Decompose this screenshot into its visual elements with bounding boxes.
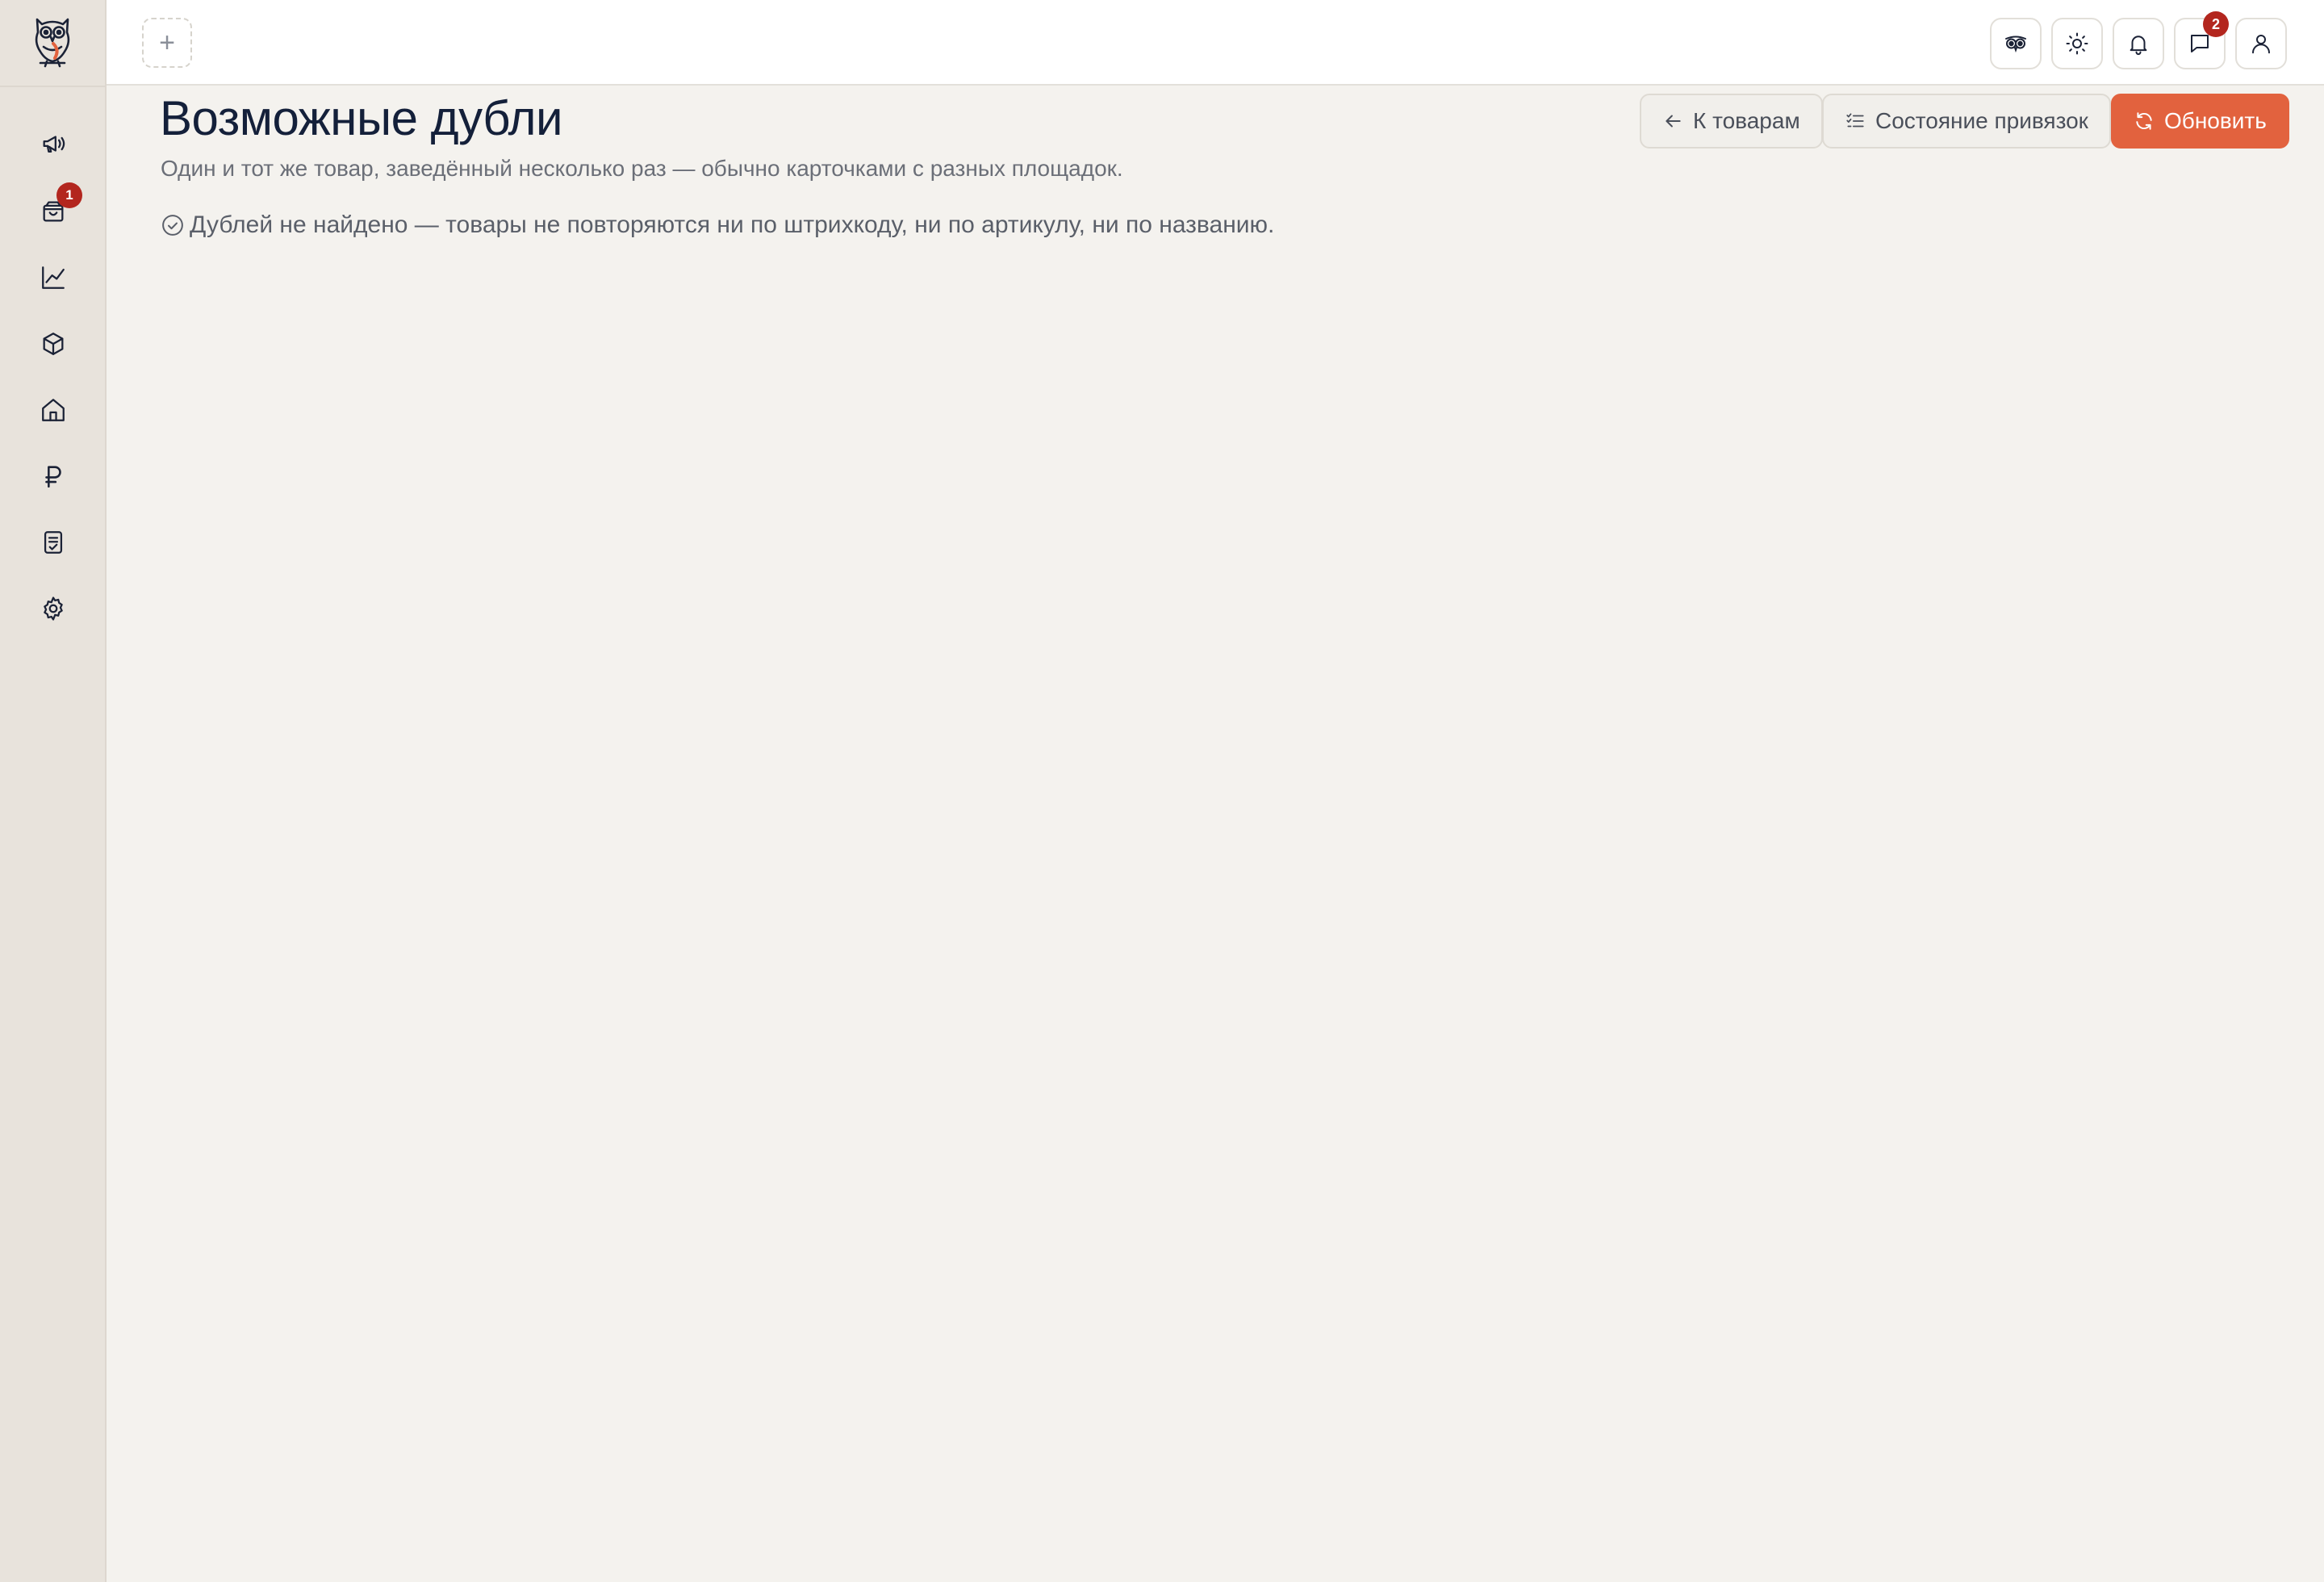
ruble-icon [45,466,61,488]
owl-glasses-icon [2005,36,2026,53]
owl-mode-button[interactable] [1990,18,2042,69]
sidebar-item-orders[interactable]: 1 [27,182,82,237]
refresh-button[interactable]: Обновить [2111,94,2289,149]
binding-status-button[interactable]: Состояние привязок [1822,94,2111,149]
sun-icon [2066,32,2088,55]
home-icon [42,399,65,421]
messages-badge: 2 [2203,11,2229,37]
topbar: + 2 [107,0,2324,86]
sidebar-item-settings[interactable] [27,583,79,634]
page-subtitle: Один и тот же товар, заведённый нескольк… [161,156,1123,181]
gear-icon [44,596,63,621]
line-chart-icon [42,266,65,289]
sidebar-item-finance[interactable] [27,450,79,502]
sidebar-item-promotions[interactable] [27,118,79,170]
theme-toggle-button[interactable] [2051,18,2103,69]
back-to-products-label: К товарам [1693,108,1800,133]
refresh-label: Обновить [2164,108,2267,133]
checklist-icon [1846,113,1864,128]
sidebar-item-reports[interactable] [27,517,79,568]
megaphone-icon [43,136,65,153]
owl-logo[interactable] [29,15,76,68]
sidebar-item-warehouse[interactable] [27,384,79,436]
sidebar-item-products[interactable] [27,318,79,370]
notifications-button[interactable] [2113,18,2164,69]
sidebar-item-analytics[interactable] [27,252,79,303]
page-title: Возможные дубли [160,91,562,145]
arrow-left-icon [1666,115,1681,128]
empty-state-message: Дублей не найдено — товары не повторяютс… [190,211,1275,238]
add-tab-button[interactable]: + [142,18,192,68]
check-circle-icon [162,215,183,236]
orders-badge: 1 [56,182,82,208]
checklist-document-icon [44,531,63,554]
back-to-products-button[interactable]: К товарам [1640,94,1823,149]
bell-icon [2130,36,2147,56]
binding-status-label: Состояние привязок [1875,108,2088,133]
sidebar: 1 [0,0,107,1582]
profile-button[interactable] [2235,18,2287,69]
messages-button[interactable]: 2 [2174,11,2229,69]
empty-state: Дублей не найдено — товары не повторяютс… [161,211,1274,239]
user-icon [2252,35,2270,54]
refresh-icon [2136,112,2152,130]
sidebar-divider [0,86,107,87]
box-icon [43,333,64,355]
